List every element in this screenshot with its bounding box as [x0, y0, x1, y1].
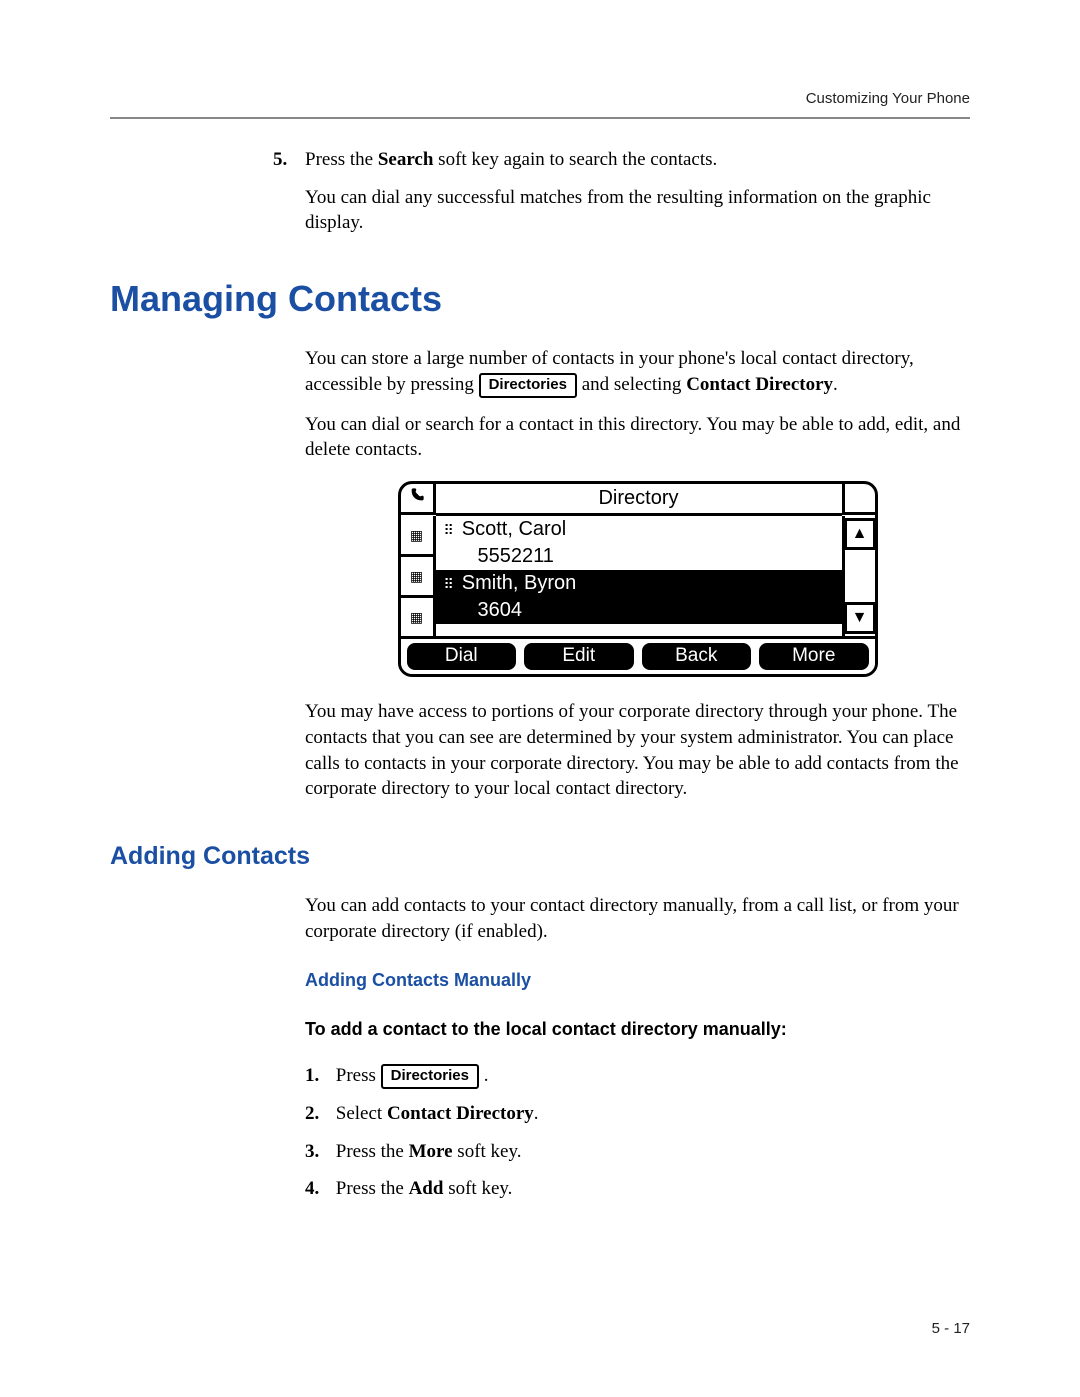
- side-icon-3: [401, 598, 433, 636]
- heading-managing-contacts: Managing Contacts: [110, 278, 970, 320]
- step-pre: Press: [336, 1065, 381, 1086]
- directory-entry-1: Scott, Carol 5552211: [436, 516, 842, 570]
- step-pre: Select: [336, 1103, 387, 1124]
- add-bold: Add: [409, 1178, 444, 1199]
- previous-steps-list: Press the Search soft key again to searc…: [305, 147, 970, 236]
- softkey-bar: Dial Edit Back More: [401, 636, 875, 675]
- running-header: Customizing Your Phone: [110, 90, 970, 107]
- step-3: 3. Press the More soft key.: [305, 1139, 970, 1165]
- keypad-icon: [410, 521, 423, 548]
- heading-adding-contacts-manually: Adding Contacts Manually: [305, 968, 970, 992]
- step-post: .: [534, 1103, 539, 1124]
- step-5: Press the Search soft key again to searc…: [305, 147, 970, 236]
- step-number: 3.: [305, 1139, 331, 1165]
- directories-keycap-1: Directories: [479, 373, 577, 398]
- step-number: 2.: [305, 1101, 331, 1127]
- p1c: .: [833, 374, 838, 395]
- softkey-dial[interactable]: Dial: [407, 643, 517, 671]
- lcd-title-area: Directory: [436, 484, 842, 516]
- entry-name-row: Smith, Byron: [444, 570, 834, 597]
- body-column: Press the Search soft key again to searc…: [305, 147, 970, 236]
- step-post: .: [484, 1065, 489, 1086]
- directories-keycap-2: Directories: [381, 1064, 479, 1089]
- lcd-body: Scott, Carol 5552211 Smith, Byron 3604: [401, 516, 875, 636]
- more-bold: More: [409, 1141, 453, 1162]
- search-bold: Search: [378, 149, 434, 170]
- side-icons: [401, 516, 436, 636]
- entry-number: 5552211: [444, 543, 834, 570]
- lcd-panel: Directory Scott, Carol: [398, 481, 878, 678]
- step-2: 2. Select Contact Directory.: [305, 1101, 970, 1127]
- directory-rows: Scott, Carol 5552211 Smith, Byron 3604: [436, 516, 842, 636]
- contact-directory-bold-1: Contact Directory: [686, 374, 833, 395]
- heading-adding-contacts: Adding Contacts: [110, 842, 970, 871]
- lcd-header-row: Directory: [401, 484, 875, 516]
- para-dial-or-search: You can dial or search for a contact in …: [305, 412, 970, 463]
- step-number: 4.: [305, 1176, 331, 1202]
- step-post: soft key.: [453, 1141, 522, 1162]
- adding-contacts-body: You can add contacts to your contact dir…: [305, 893, 970, 1202]
- heading-to-add-manually: To add a contact to the local contact di…: [305, 1017, 970, 1041]
- step-number: 1.: [305, 1063, 331, 1089]
- step-subtext: You can dial any successful matches from…: [305, 185, 970, 236]
- side-top-icon: [401, 484, 436, 515]
- entry-icon: [444, 516, 454, 543]
- softkey-edit[interactable]: Edit: [524, 643, 634, 671]
- entry-name: Smith, Byron: [462, 570, 576, 597]
- contact-directory-bold-2: Contact Directory: [387, 1103, 534, 1124]
- scroll-down-icon[interactable]: ▼: [844, 602, 876, 634]
- scroll-column: ▲ ▼: [842, 516, 875, 636]
- page-number: 5 - 17: [932, 1320, 970, 1337]
- step-1: 1. Press Directories .: [305, 1063, 970, 1089]
- step-pre: Press the: [336, 1141, 409, 1162]
- managing-contacts-body: You can store a large number of contacts…: [305, 346, 970, 802]
- step-pre: Press the: [336, 1178, 409, 1199]
- para-corporate-directory: You may have access to portions of your …: [305, 699, 970, 802]
- header-rule: [110, 117, 970, 119]
- entry-name-row: Scott, Carol: [444, 516, 834, 543]
- step-text-b: soft key again to search the contacts.: [433, 149, 717, 170]
- para-store-contacts: You can store a large number of contacts…: [305, 346, 970, 398]
- manual-add-steps: 1. Press Directories . 2. Select Contact…: [305, 1063, 970, 1202]
- scroll-top-spacer: [842, 484, 875, 515]
- softkey-back[interactable]: Back: [642, 643, 752, 671]
- step-text: Press the: [305, 149, 378, 170]
- scroll-up-icon[interactable]: ▲: [844, 518, 876, 550]
- phone-screen: Directory Scott, Carol: [398, 481, 878, 678]
- keypad-icon: [410, 603, 423, 630]
- entry-number: 3604: [444, 597, 834, 624]
- para-add-methods: You can add contacts to your contact dir…: [305, 893, 970, 944]
- keypad-icon: [410, 562, 423, 589]
- step-4: 4. Press the Add soft key.: [305, 1176, 970, 1202]
- lcd-title: Directory: [436, 484, 842, 516]
- directory-entry-2-selected: Smith, Byron 3604: [436, 570, 842, 624]
- entry-name: Scott, Carol: [462, 516, 566, 543]
- side-icon-2: [401, 557, 433, 598]
- entry-icon: [444, 570, 454, 597]
- softkey-more[interactable]: More: [759, 643, 869, 671]
- side-icon-1: [401, 516, 433, 557]
- step-post: soft key.: [443, 1178, 512, 1199]
- p1b: and selecting: [577, 374, 686, 395]
- page: Customizing Your Phone Press the Search …: [0, 0, 1080, 1397]
- handset-icon: [409, 484, 425, 511]
